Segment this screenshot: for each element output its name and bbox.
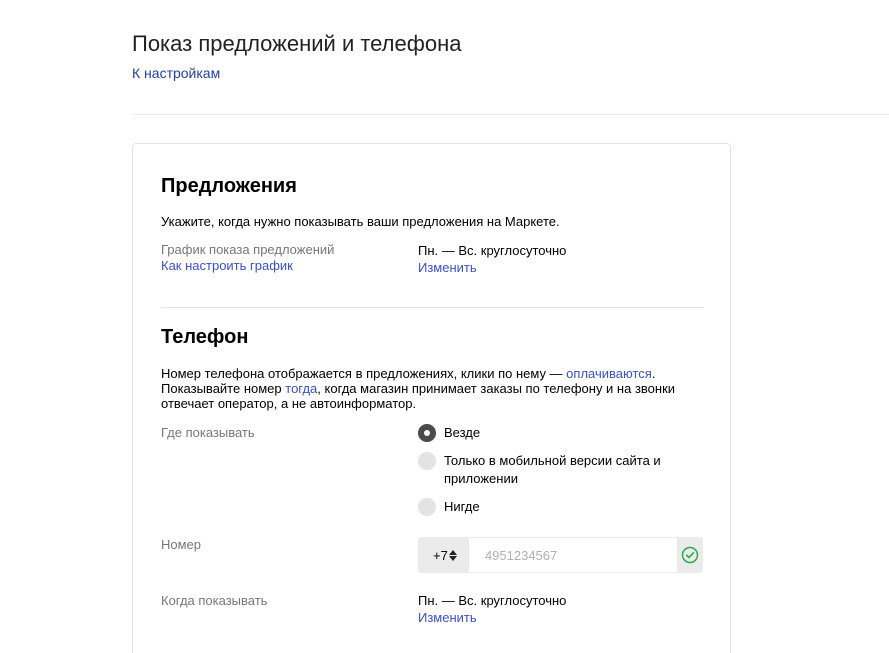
phone-number-group: +7 [418,537,703,573]
radio-option-label: Нигде [444,499,480,514]
offers-section-title: Предложения [161,175,297,197]
radio-option-everywhere[interactable]: Везде [418,424,684,442]
number-label: Номер [161,537,202,552]
phone-number-input[interactable] [468,537,677,573]
settings-card: Предложения Укажите, когда нужно показыв… [132,143,731,653]
radio-unchecked-icon[interactable] [418,498,436,516]
page: Показ предложений и телефона К настройка… [0,0,889,653]
offers-description: Укажите, когда нужно показывать ваши пре… [161,214,560,229]
when-show-label: Когда показывать [161,593,268,608]
radio-option-label: Везде [444,425,481,440]
offers-schedule-value: Пн. — Вс. круглосуточно [418,243,567,258]
phone-schedule-value: Пн. — Вс. круглосуточно [418,593,567,608]
paid-clicks-link[interactable]: оплачиваются [566,366,652,381]
country-code-value: +7 [433,547,448,563]
radio-checked-icon[interactable] [418,424,436,442]
radio-option-label: Только в мобильной версии сайта и прилож… [444,453,661,486]
radio-option-nowhere[interactable]: Нигде [418,498,684,516]
country-code-select[interactable]: +7 [418,537,469,573]
phone-change-link[interactable]: Изменить [418,610,477,625]
when-link[interactable]: тогда [285,381,317,396]
schedule-help-link[interactable]: Как настроить график [161,258,293,273]
page-title: Показ предложений и телефона [132,31,462,56]
back-to-settings-link[interactable]: К настройкам [132,65,220,81]
check-circle-icon [681,546,699,564]
confirm-number-button[interactable] [676,537,703,573]
where-show-label: Где показывать [161,425,255,440]
offers-schedule-label: График показа предложений [161,242,335,257]
offers-change-link[interactable]: Изменить [418,260,477,275]
radio-unchecked-icon[interactable] [418,452,436,470]
phone-section-title: Телефон [161,326,249,348]
sort-arrows-icon [448,549,457,561]
radio-option-mobile-only[interactable]: Только в мобильной версии сайта и прилож… [418,452,684,488]
phone-description: Номер телефона отображается в предложени… [161,366,681,411]
phone-description-text-1: Номер телефона отображается в предложени… [161,366,567,381]
header-divider [132,114,889,115]
section-divider [161,307,704,308]
